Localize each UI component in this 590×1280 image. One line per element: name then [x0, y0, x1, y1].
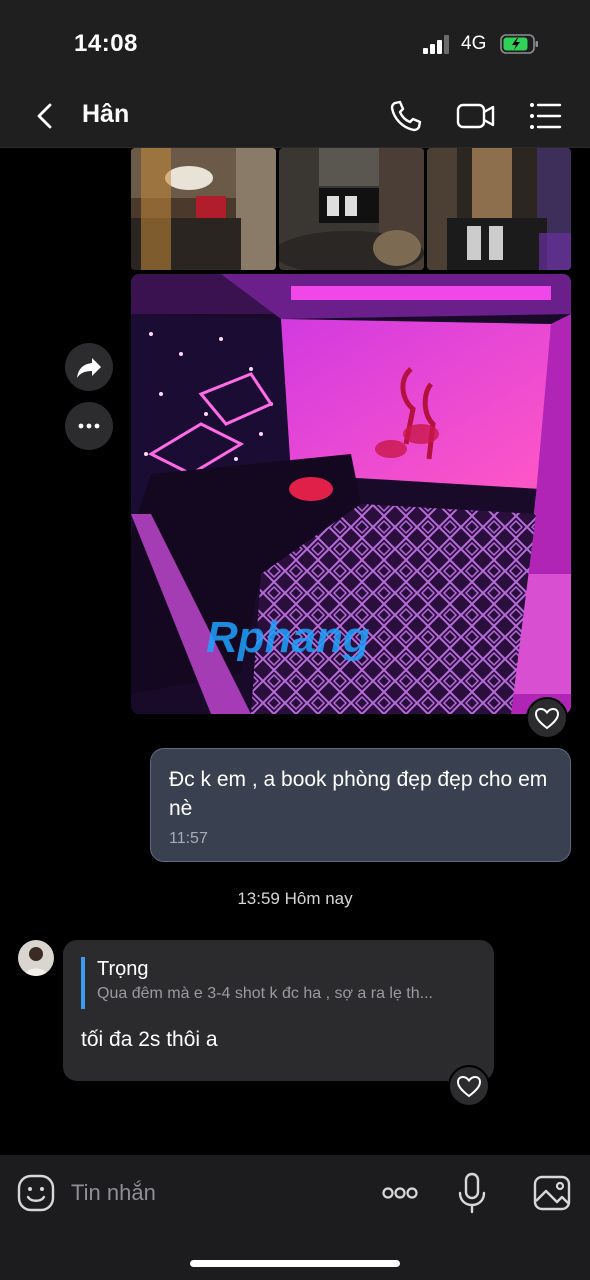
react-heart-button[interactable]: [526, 697, 568, 739]
photo-watermark: Rphang: [206, 613, 370, 662]
message-input[interactable]: Tin nhắn: [71, 1180, 156, 1206]
heart-icon: [456, 1075, 482, 1098]
back-button[interactable]: [28, 98, 64, 134]
microphone-icon[interactable]: [452, 1171, 492, 1215]
video-camera-icon[interactable]: [456, 96, 496, 136]
message-text: Đc k em , a book phòng đẹp đẹp cho em nè: [169, 768, 548, 820]
status-time: 14:08: [74, 30, 138, 57]
share-arrow-icon: [77, 358, 101, 378]
avatar[interactable]: [18, 940, 54, 976]
incoming-message[interactable]: Trọng Qua đêm mà e 3-4 shot k đc ha , sợ…: [63, 940, 494, 1081]
photo-thumbnail[interactable]: [131, 148, 276, 270]
photo-thumbnail[interactable]: [427, 148, 571, 270]
ellipsis-icon: [78, 423, 100, 429]
more-options-button[interactable]: [65, 402, 113, 450]
heart-icon: [534, 707, 560, 730]
status-bar: 14:08 4G: [0, 0, 590, 86]
time-separator: 13:59 Hôm nay: [237, 889, 353, 908]
message-text: tối đa 2s thôi a: [81, 1028, 218, 1051]
quote-text: Qua đêm mà e 3-4 shot k đc ha , sợ a ra …: [97, 985, 433, 1002]
cellular-signal-icon: [423, 34, 453, 54]
quote-author: Trọng: [97, 958, 149, 980]
battery-icon: [500, 34, 538, 54]
phone-icon[interactable]: [386, 96, 426, 136]
message-time: 11:57: [169, 830, 208, 847]
network-type: 4G: [461, 33, 487, 54]
home-indicator[interactable]: [190, 1260, 400, 1267]
ellipsis-icon[interactable]: [380, 1173, 420, 1213]
chat-screen: 14:08 4G Hân Rphang Đc k em , a book phò…: [0, 0, 590, 1280]
list-icon[interactable]: [525, 96, 565, 136]
emoji-icon[interactable]: [16, 1173, 56, 1213]
share-button[interactable]: [65, 343, 113, 391]
room-photo[interactable]: Rphang: [131, 274, 571, 714]
image-icon[interactable]: [532, 1173, 572, 1213]
chat-header: Hân: [0, 86, 590, 148]
quoted-reply[interactable]: Trọng Qua đêm mà e 3-4 shot k đc ha , sợ…: [81, 957, 476, 1009]
outgoing-message[interactable]: Đc k em , a book phòng đẹp đẹp cho em nè…: [150, 748, 571, 862]
contact-name[interactable]: Hân: [82, 100, 129, 129]
photo-thumbnail[interactable]: [279, 148, 424, 270]
react-heart-button[interactable]: [448, 1065, 490, 1107]
